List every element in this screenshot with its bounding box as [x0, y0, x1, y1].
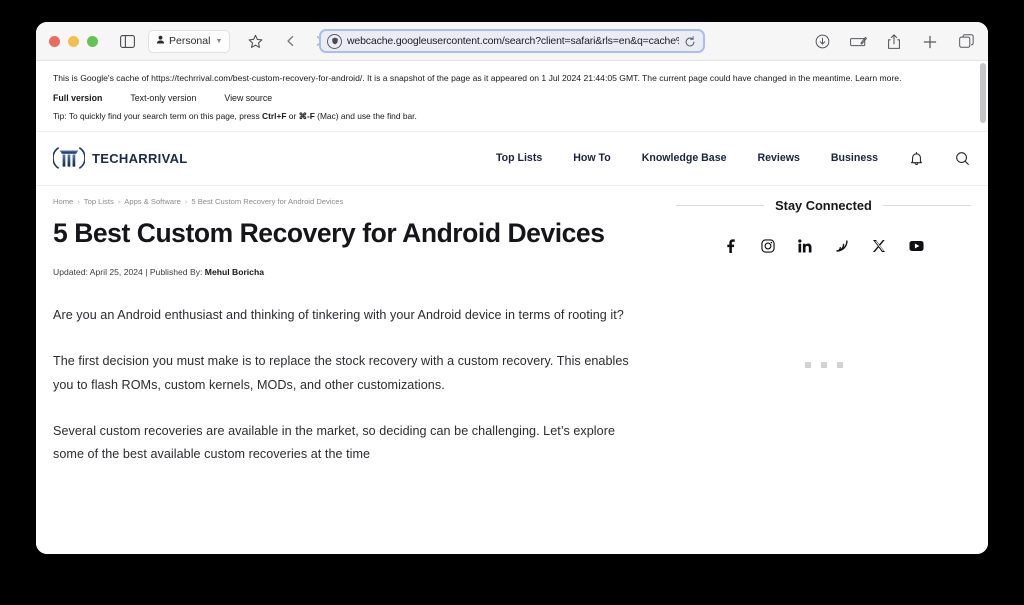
instagram-icon[interactable] — [761, 239, 776, 254]
new-tab-icon[interactable] — [919, 31, 941, 53]
tip-or: or — [286, 110, 299, 121]
page-content: This is Google's cache of https://techrr… — [36, 61, 988, 554]
bell-icon[interactable] — [909, 151, 924, 166]
breadcrumb-separator: › — [77, 196, 80, 206]
nav-item-top-lists[interactable]: Top Lists — [496, 152, 542, 164]
cached-url-link[interactable]: https://techrrival.com/best-custom-recov… — [151, 73, 362, 83]
tip-key-ctrl-f: Ctrl+F — [262, 110, 287, 121]
facebook-icon[interactable] — [724, 239, 739, 254]
breadcrumb-item-top-lists[interactable]: Top Lists — [84, 197, 114, 206]
divider-right — [882, 204, 971, 206]
site-header: TECHARRIVAL Top Lists How To Knowledge B… — [36, 131, 988, 186]
full-version-link[interactable]: Full version — [53, 93, 102, 103]
tab-overview-icon[interactable] — [955, 31, 977, 53]
browser-window: Personal ▼ webcache.googleusercontent.co… — [36, 22, 988, 554]
site-logo-text: TECHARRIVAL — [92, 150, 188, 166]
site-navigation: Top Lists How To Knowledge Base Reviews … — [496, 151, 970, 166]
cache-timestamp: 1 Jul 2024 21:44:05 GMT — [541, 73, 638, 83]
byline-author[interactable]: Mehul Boricha — [205, 267, 264, 277]
minimize-window-button[interactable] — [68, 35, 79, 47]
youtube-icon[interactable] — [908, 239, 924, 254]
stay-connected-title: Stay Connected — [775, 197, 872, 213]
profile-label: Personal — [169, 35, 211, 47]
stay-connected-header: Stay Connected — [676, 198, 971, 213]
url-text: webcache.googleusercontent.com/search?cl… — [347, 35, 679, 47]
privacy-shield-icon[interactable] — [327, 33, 342, 49]
nav-item-reviews[interactable]: Reviews — [757, 152, 799, 164]
vertical-scrollbar[interactable] — [980, 63, 986, 123]
divider-left — [676, 204, 765, 206]
reload-icon[interactable] — [684, 35, 697, 48]
nav-item-how-to[interactable]: How To — [573, 152, 610, 164]
toolbar-right-icons — [811, 22, 977, 61]
article-sidebar: Stay Connected — [676, 186, 971, 490]
cache-description: This is Google's cache of https://techrr… — [53, 73, 971, 85]
profile-chip[interactable]: Personal ▼ — [148, 29, 231, 53]
ad-placeholder — [676, 361, 971, 368]
breadcrumb-item-current: 5 Best Custom Recovery for Android Devic… — [191, 196, 344, 206]
tip-suffix: (Mac) and use the find bar. — [314, 110, 417, 121]
cache-text-b: . It is a snapshot of the page as it app… — [362, 73, 542, 83]
cache-version-links: Full version Text-only version View sour… — [53, 93, 971, 103]
cache-text-c: . The current page could have changed in… — [637, 73, 856, 83]
x-twitter-icon[interactable] — [872, 239, 887, 254]
text-only-version-link[interactable]: Text-only version — [130, 93, 196, 103]
page-title: 5 Best Custom Recovery for Android Devic… — [53, 217, 605, 248]
ad-loading-dot — [820, 361, 827, 368]
download-icon[interactable] — [811, 31, 833, 53]
sidebar-toggle-icon[interactable] — [116, 30, 138, 52]
ad-loading-dot — [836, 361, 843, 368]
share-icon[interactable] — [883, 31, 905, 53]
article-paragraph: Several custom recoveries are available … — [53, 423, 616, 462]
back-arrow-icon[interactable] — [280, 30, 302, 52]
breadcrumb-item-apps-software[interactable]: Apps & Software — [124, 197, 181, 206]
breadcrumb: Home › Top Lists › Apps & Software › 5 Best Cu… — [53, 197, 643, 206]
ad-loading-dot — [804, 361, 811, 368]
close-window-button[interactable] — [49, 35, 60, 47]
rss-icon[interactable] — [835, 239, 850, 254]
star-icon[interactable] — [244, 30, 266, 52]
person-icon — [156, 35, 165, 47]
cache-text-a: This is Google's cache of — [53, 73, 152, 83]
address-bar[interactable]: webcache.googleusercontent.com/search?cl… — [319, 29, 705, 53]
window-controls — [49, 35, 98, 47]
article-paragraph: Are you an Android enthusiast and thinki… — [53, 307, 624, 322]
site-logo[interactable]: TECHARRIVAL — [52, 143, 188, 173]
cache-text-d: . — [899, 73, 902, 83]
markup-icon[interactable] — [847, 31, 869, 53]
breadcrumb-separator: › — [184, 196, 188, 206]
article-byline: Updated: April 25, 2024 | Published By: … — [53, 267, 643, 277]
nav-item-knowledge-base[interactable]: Knowledge Base — [642, 152, 727, 164]
tip-key-cmd-f: ⌘-F — [298, 110, 315, 121]
view-source-link[interactable]: View source — [224, 93, 272, 103]
maximize-window-button[interactable] — [87, 35, 98, 47]
tip-prefix: Tip: To quickly find your search term on… — [53, 110, 263, 121]
breadcrumb-item-home[interactable]: Home — [53, 197, 73, 206]
learn-more-link[interactable]: Learn more — [855, 73, 899, 83]
breadcrumb-separator: › — [117, 196, 121, 206]
search-icon[interactable] — [955, 151, 970, 166]
byline-updated: Updated: April 25, 2024 | Published By: — [53, 266, 205, 277]
nav-item-business[interactable]: Business — [831, 152, 878, 164]
article-layout: Home › Top Lists › Apps & Software › 5 Best Cu… — [36, 186, 988, 490]
screenshot-root: Personal ▼ webcache.googleusercontent.co… — [0, 0, 1024, 605]
article-paragraph: The first decision you must make is to r… — [53, 353, 629, 392]
techarrival-pillar-logo-icon — [52, 143, 86, 173]
google-cache-banner: This is Google's cache of https://techrr… — [36, 61, 988, 132]
social-links — [676, 239, 971, 254]
article-main-column: Home › Top Lists › Apps & Software › 5 Best Cu… — [53, 186, 643, 490]
linkedin-icon[interactable] — [798, 239, 813, 254]
cache-find-tip: Tip: To quickly find your search term on… — [53, 111, 971, 121]
browser-toolbar: Personal ▼ webcache.googleusercontent.co… — [36, 22, 988, 61]
chevron-down-icon: ▼ — [215, 37, 223, 45]
